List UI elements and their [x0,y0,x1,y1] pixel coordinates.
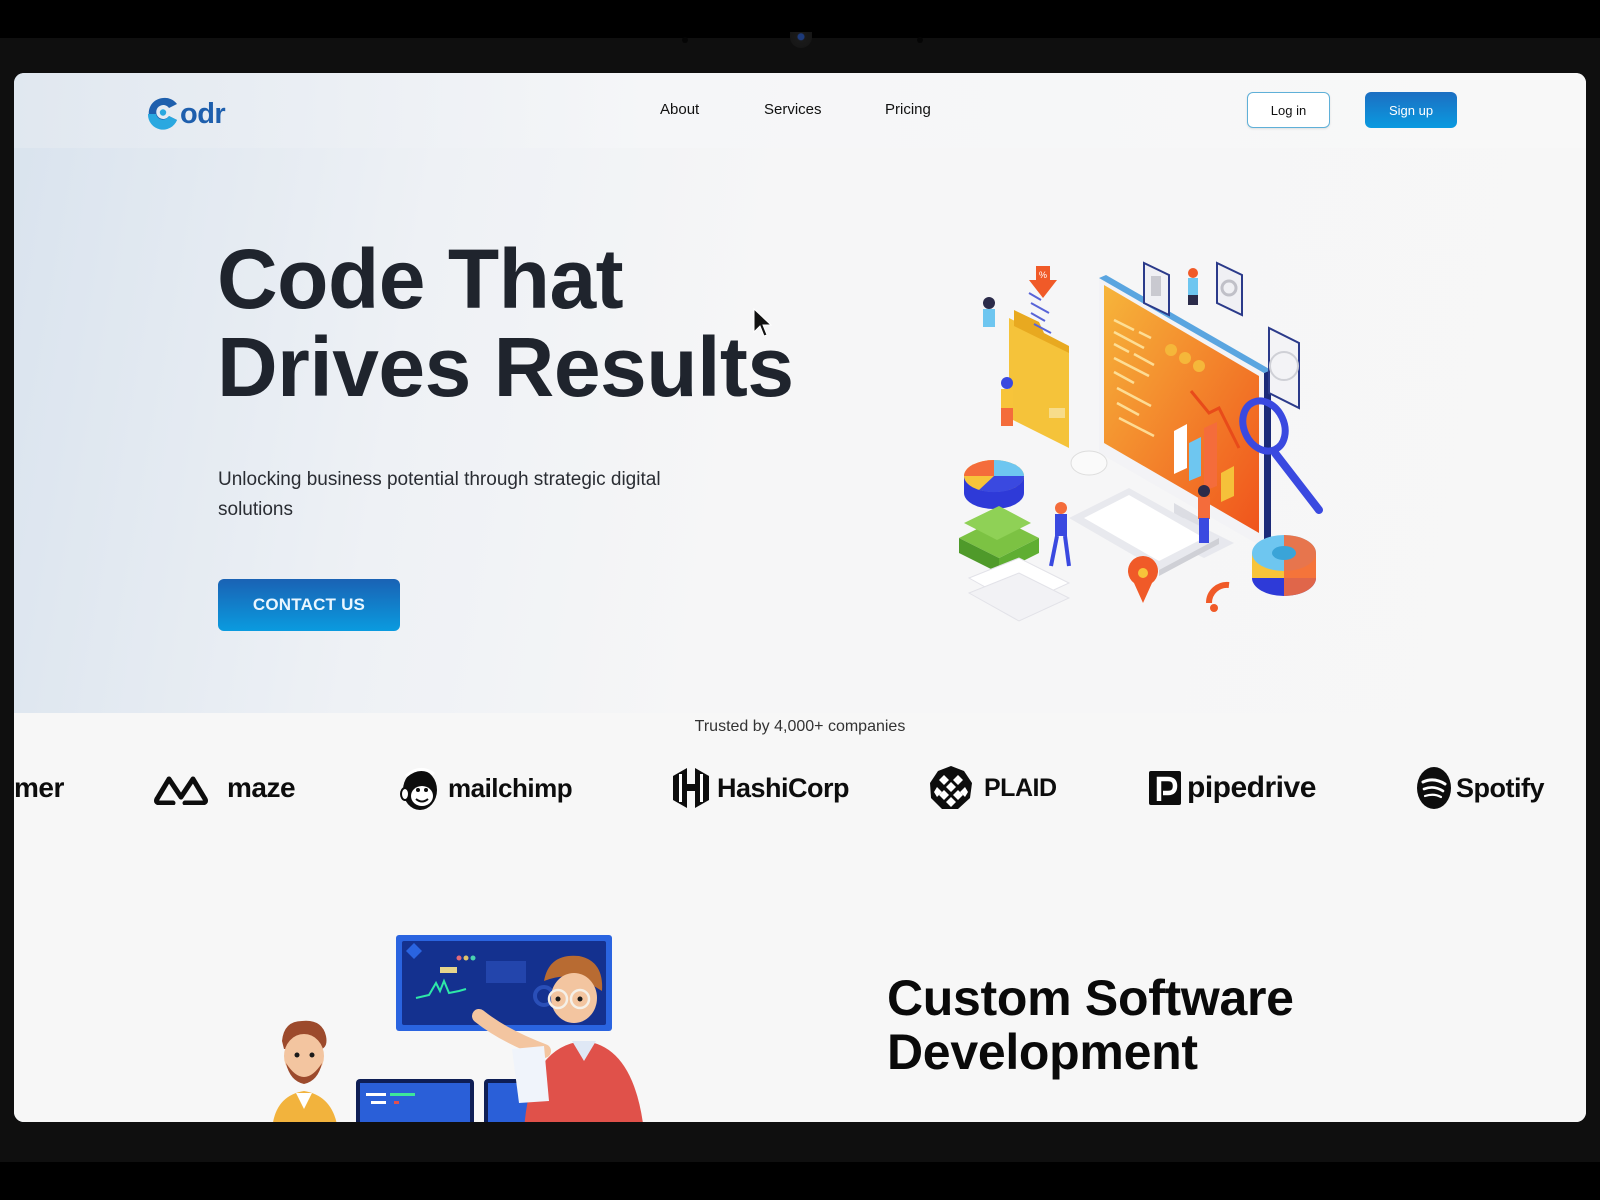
contact-us-button[interactable]: CONTACT US [218,579,400,631]
envelope-icon [967,557,1071,622]
sensor-dot [917,37,923,43]
browser-viewport: odr About Services Pricing Log in Sign u… [14,73,1586,1122]
device-bottom-bar [0,1162,1600,1200]
pie-chart-icon [964,460,1025,509]
developers-illustration [273,935,643,1122]
logo-mark-icon [147,96,179,130]
discount-arrow-icon: % [1029,266,1057,298]
svg-text:%: % [1039,270,1047,280]
spotify-icon [1417,767,1451,809]
hero-title-line2: Drives Results [217,320,794,414]
nav-pricing[interactable]: Pricing [885,101,931,118]
hashicorp-icon [673,768,709,808]
hero-illustration: % [959,261,1323,622]
developer-left-avatar [273,1020,337,1122]
settings-panel-icon [1216,261,1243,317]
hero-title: Code That Drives Results [217,235,794,411]
section-title-line1: Custom Software [887,970,1294,1026]
rss-icon [1205,581,1230,612]
navbar: odr About Services Pricing Log in Sign u… [14,73,1586,148]
partner-logo-maze: maze [151,763,296,813]
partner-logos-strip: mer maze mailchimp HashiCorp PLAID piped… [14,763,1586,823]
partner-logo-hashicorp: HashiCorp [671,763,850,813]
plaid-icon [930,766,972,809]
hero-title-line1: Code That [217,232,624,326]
partner-logo-pipedrive: pipedrive [1149,763,1316,813]
login-button[interactable]: Log in [1247,92,1330,128]
donut-chart-icon [1252,535,1316,596]
nav-services[interactable]: Services [764,101,822,118]
mailchimp-icon [400,768,437,810]
partner-logo-plaid: PLAID [928,763,1057,813]
mouse-cursor-icon [753,308,773,337]
hero-subtitle: Unlocking business potential through str… [218,469,661,520]
sensor-dot [682,37,688,43]
mouse-icon [1070,450,1108,476]
logo[interactable]: odr [147,90,226,130]
section-title-line2: Development [887,1024,1198,1080]
clock-panel-icon [1268,326,1300,410]
location-pin-icon [1128,556,1158,603]
signup-button[interactable]: Sign up [1365,92,1457,128]
maze-icon [154,776,208,805]
folder-icon [1009,310,1069,448]
partner-logo-partial: mer [14,772,64,803]
nav-about[interactable]: About [660,101,699,118]
partner-logo-mailchimp: mailchimp [398,763,573,813]
section-title: Custom Software Development [887,971,1294,1079]
partner-logo-spotify: Spotify [1416,763,1545,813]
logo-text: odr [180,98,226,130]
trusted-by-text: Trusted by 4,000+ companies [694,718,906,735]
pipedrive-icon [1149,771,1181,805]
